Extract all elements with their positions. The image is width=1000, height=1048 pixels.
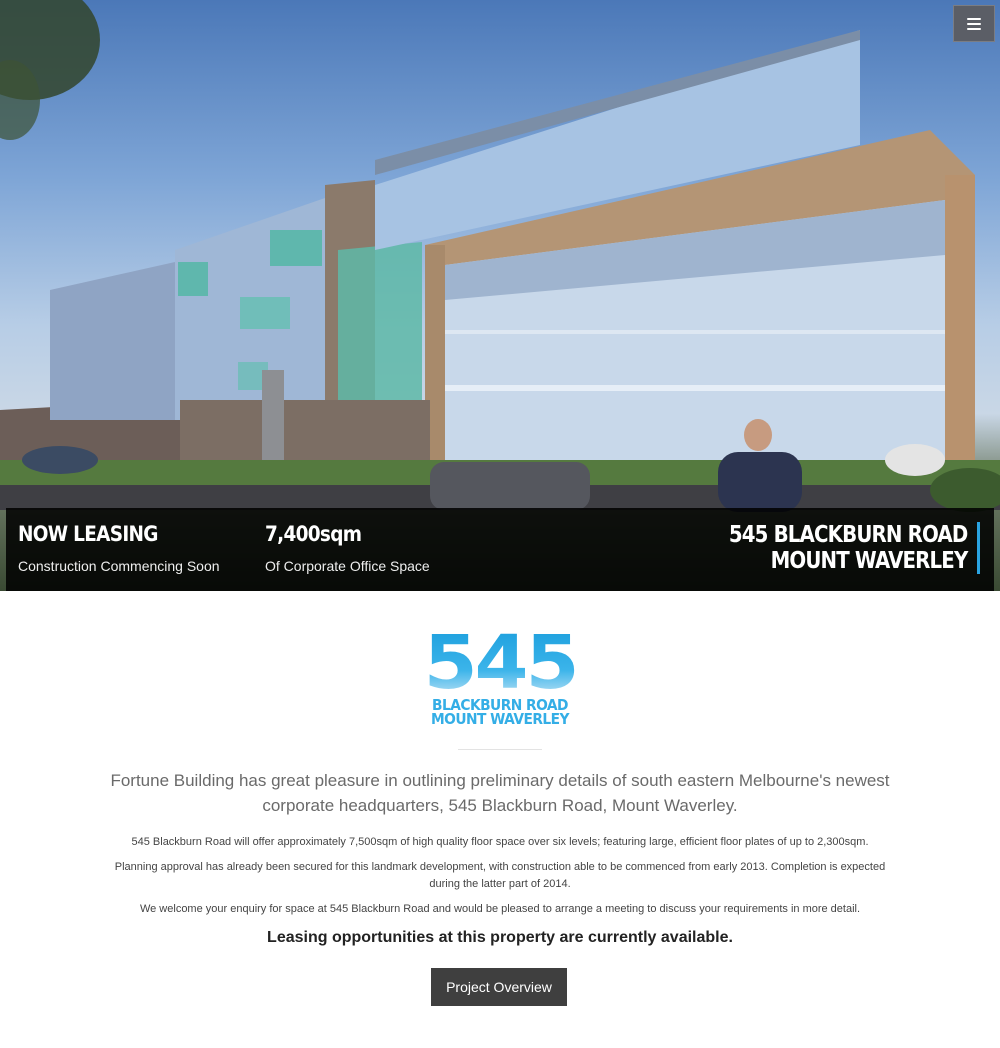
project-overview-button[interactable]: Project Overview [431,968,567,1006]
intro-paragraph: We welcome your enquiry for space at 545… [139,903,861,915]
office-space-stat: 7,400sqm Of Corporate Office Space [265,522,430,574]
address-suburb: MOUNT WAVERLEY [770,548,968,574]
hero-info-bar: NOW LEASING Construction Commencing Soon… [6,508,994,591]
building-rendering-image [0,0,1000,512]
leasing-status-subtitle: Construction Commencing Soon [18,558,220,574]
logo-suburb: MOUNT WAVERLEY [430,710,570,728]
address-street: 545 BLACKBURN ROAD [728,522,967,548]
intro-lead: Fortune Building has great pleasure in o… [110,771,890,815]
section-divider [458,749,542,750]
property-address: 545 BLACKBURN ROAD MOUNT WAVERLEY [690,522,980,574]
logo-number: 545 [408,626,593,700]
office-space-label: Of Corporate Office Space [265,558,430,574]
leasing-availability: Leasing opportunities at this property a… [267,929,733,946]
menu-toggle-button[interactable] [953,5,995,42]
hamburger-menu-icon [967,17,981,30]
property-logo: 545 BLACKBURN ROAD MOUNT WAVERLEY [412,626,588,738]
hero-banner: NOW LEASING Construction Commencing Soon… [0,0,1000,591]
leasing-status-title: NOW LEASING [18,522,158,546]
intro-paragraph: Planning approval has already been secur… [114,861,886,890]
intro-paragraph: 545 Blackburn Road will offer approximat… [131,836,869,848]
office-space-value: 7,400sqm [265,522,362,546]
leasing-status: NOW LEASING Construction Commencing Soon [18,522,220,574]
